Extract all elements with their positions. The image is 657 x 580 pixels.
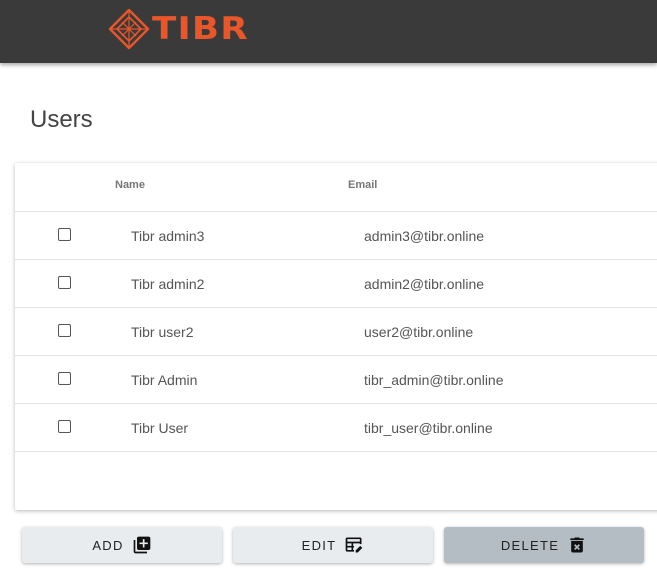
tibr-logo-icon [108,8,150,50]
user-email: admin3@tibr.online [364,228,485,244]
edit-button[interactable]: EDIT [233,527,433,563]
top-app-bar: TIBR [0,0,657,63]
table-row[interactable]: Tibr Admin tibr_admin@tibr.online [15,356,657,404]
user-name: Tibr Admin [131,372,198,388]
user-email: tibr_user@tibr.online [364,420,493,436]
row-checkbox[interactable] [58,276,71,289]
delete-button[interactable]: DELETE [444,527,644,563]
user-name: Tibr user2 [131,324,194,340]
user-name: Tibr User [131,420,189,436]
row-checkbox[interactable] [58,228,71,241]
column-header-email[interactable]: Email [348,179,377,191]
row-checkbox[interactable] [58,324,71,337]
logo-wordmark: TIBR [152,11,249,47]
user-email: admin2@tibr.online [364,276,485,292]
tibr-logo[interactable]: TIBR [108,8,248,50]
user-name: Tibr admin2 [131,276,205,292]
table-row[interactable]: Tibr admin2 admin2@tibr.online [15,260,657,308]
edit-table-icon [346,537,363,553]
row-checkbox[interactable] [58,372,71,385]
user-name: Tibr admin3 [131,228,205,244]
add-button-label: ADD [92,537,124,553]
page-title: Users [30,106,93,133]
row-checkbox[interactable] [58,420,71,433]
column-header-name[interactable]: Name [115,179,145,191]
add-button[interactable]: ADD [22,527,222,563]
trash-icon [570,537,584,553]
edit-button-label: EDIT [301,537,337,553]
users-table: Name Email Tibr admin3 admin3@tibr.onlin… [15,163,657,510]
table-header: Name Email [15,163,657,212]
table-row[interactable]: Tibr admin3 admin3@tibr.online [15,212,657,260]
user-email: tibr_admin@tibr.online [364,372,504,388]
delete-button-label: DELETE [500,537,560,553]
add-box-icon [133,536,151,554]
user-email: user2@tibr.online [364,324,474,340]
table-row[interactable]: Tibr user2 user2@tibr.online [15,308,657,356]
table-row[interactable]: Tibr User tibr_user@tibr.online [15,404,657,452]
